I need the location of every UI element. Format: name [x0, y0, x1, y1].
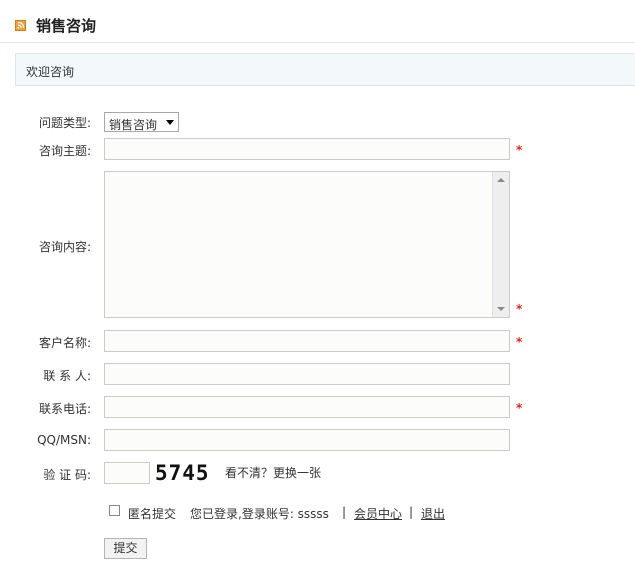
required-mark: * [516, 401, 523, 415]
scroll-up-icon[interactable] [497, 178, 505, 182]
customer-label: 客户名称: [38, 336, 91, 350]
qq-label: QQ/MSN: [37, 433, 91, 447]
separator: | [342, 505, 347, 519]
phone-input[interactable] [104, 396, 510, 418]
captcha-code: 5745 [155, 461, 210, 485]
content-textarea[interactable] [104, 171, 510, 318]
chevron-down-icon [166, 120, 174, 125]
phone-label: 联系电话: [38, 402, 91, 416]
rss-icon [15, 20, 26, 31]
subject-input[interactable] [104, 138, 510, 160]
page-header: 销售咨询 [0, 0, 635, 43]
required-mark: * [516, 143, 523, 157]
logout-link[interactable]: 退出 [421, 505, 445, 522]
contact-input[interactable] [104, 363, 510, 385]
required-mark: * [516, 302, 523, 316]
customer-input[interactable] [104, 330, 510, 352]
captcha-input[interactable] [104, 462, 150, 484]
separator: | [409, 505, 414, 519]
textarea-scrollbar[interactable] [492, 172, 509, 317]
type-label: 问题类型: [38, 116, 91, 130]
page-title: 销售咨询 [36, 17, 97, 35]
captcha-label: 验 证 码: [43, 468, 91, 482]
contact-label: 联 系 人: [43, 369, 91, 383]
type-select[interactable]: 销售咨询 [104, 112, 179, 132]
anonymous-label: 匿名提交 [128, 507, 177, 521]
welcome-banner: 欢迎咨询 [15, 53, 635, 86]
captcha-image[interactable]: 5745 [153, 461, 215, 485]
submit-button[interactable]: 提交 [104, 538, 147, 559]
captcha-refresh-link[interactable]: 看不清？更换一张 [225, 464, 321, 481]
anonymous-checkbox[interactable] [109, 505, 120, 516]
member-center-link[interactable]: 会员中心 [354, 505, 402, 522]
required-mark: * [516, 335, 523, 349]
logged-in-text: 您已登录,登录账号: sssss [190, 507, 329, 521]
type-select-value: 销售咨询 [109, 118, 158, 132]
scroll-down-icon[interactable] [497, 307, 505, 311]
subject-label: 咨询主题: [38, 144, 91, 158]
content-label: 咨询内容: [38, 240, 91, 254]
welcome-text: 欢迎咨询 [26, 65, 75, 79]
qq-input[interactable] [104, 429, 510, 451]
